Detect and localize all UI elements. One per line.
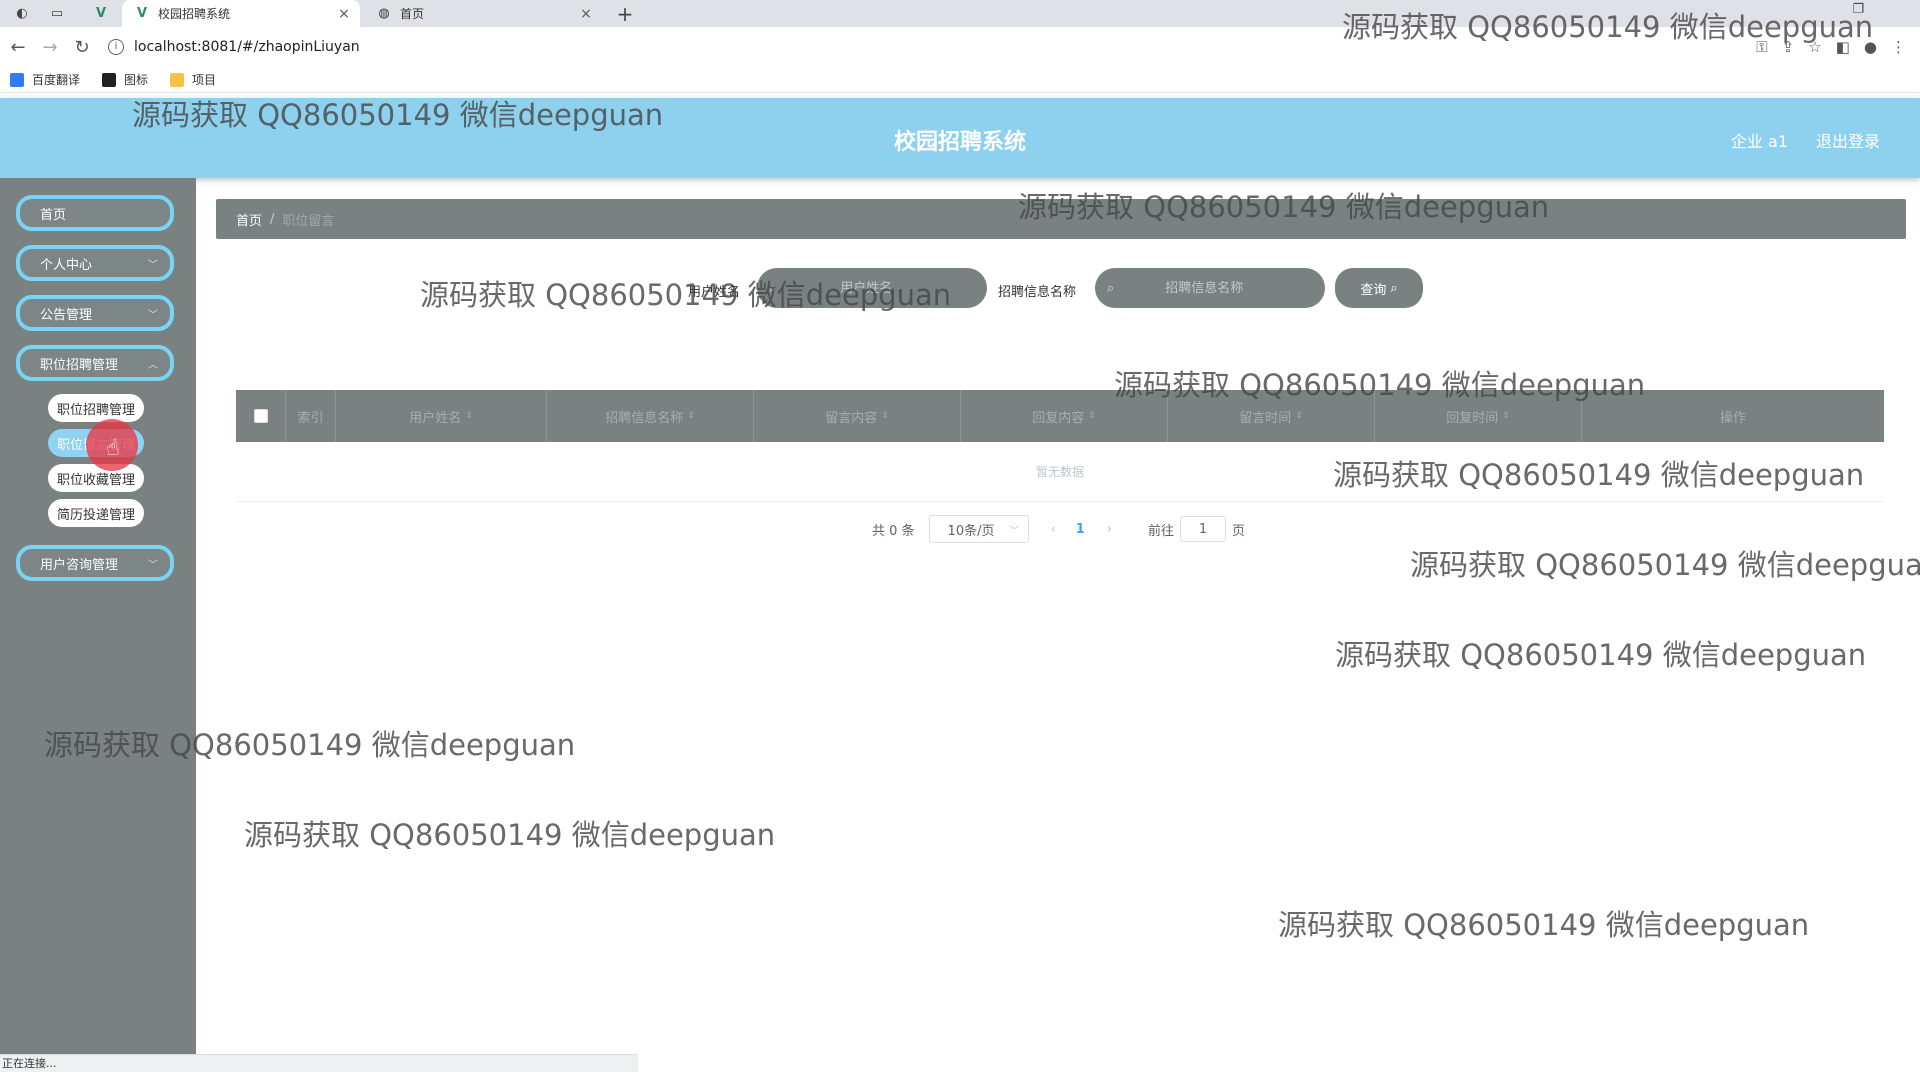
pagination: 共 0 条 10条/页 ﹀ ‹ 1 › 前往 1 页 [872,515,1246,543]
column-header: 操作 [1719,410,1746,426]
reload-icon[interactable]: ↻ [66,37,98,58]
bookmark-icon [102,72,117,87]
browser-tabstrip: ◐ ▭ V V 校园招聘系统 × ◍ 首页 × + ❐ [0,0,1920,27]
window-restore-icon[interactable]: ❐ [1852,2,1864,17]
breadcrumb: 首页 / 职位留言 [216,199,1906,239]
app-title: 校园招聘系统 [893,130,1026,155]
bookmarks-bar: 百度翻译 图标 项目 [0,67,1920,93]
column-header: 索引 [286,390,336,442]
goto-label: 前往 [1148,523,1175,539]
browser-tab-icon[interactable]: ▭ [48,4,66,22]
watermark: 源码获取 QQ86050149 微信deepguan [1278,908,1810,942]
browser-tab-icon[interactable]: ◐ [13,4,31,22]
close-icon[interactable]: × [576,6,596,22]
page-suffix: 页 [1232,523,1246,539]
search-icon: ⌕ [769,280,777,296]
page-number[interactable]: 1 [1076,522,1085,537]
data-table: 索引 用户姓名 ⇕ 招聘信息名称 ⇕ 留言内容 ⇕ 回复内容 ⇕ 留言时间 ⇕ 回复时间 ⇕… [236,390,1884,502]
breadcrumb-current: 职位留言 [282,213,335,229]
column-header[interactable]: 用户姓名 ⇕ [336,390,547,442]
tab-title: 首页 [400,7,425,21]
bookmark-item[interactable]: 图标 [102,71,148,88]
chevron-down-icon: ﹀ [148,309,158,321]
translate-icon [10,72,24,87]
watermark: 源码获取 QQ86050149 微信deepguan [244,818,776,852]
breadcrumb-home[interactable]: 首页 [236,210,262,229]
select-all-checkbox[interactable] [236,390,286,442]
jobname-search-label: 招聘信息名称 [998,285,1077,300]
sort-icon[interactable]: ⇕ [881,411,889,421]
tab-active[interactable]: V 校园招聘系统 × [122,0,360,27]
sort-icon[interactable]: ⇕ [1088,411,1096,421]
query-button[interactable]: 查询 ⌕ [1335,268,1423,308]
submenu-job-recruit[interactable]: 职位招聘管理 [48,394,144,422]
sort-icon[interactable]: ⇕ [687,411,695,421]
jobname-search-input[interactable] [1114,280,1295,296]
profile-icon[interactable]: ● [1864,38,1877,56]
chevron-down-icon: ﹀ [1009,525,1020,537]
username-search-field[interactable]: ⌕ [757,268,987,308]
tab-title: 校园招聘系统 [158,7,231,21]
submenu-resume[interactable]: 简历投递管理 [48,499,144,527]
current-user: 企业 a1 [1730,132,1788,151]
folder-icon [170,72,185,87]
submenu-job-favorite[interactable]: 职位收藏管理 [48,464,144,492]
username-search-input[interactable] [776,280,957,296]
sidebar-item-consult[interactable]: 用户咨询管理 ﹀ [16,545,174,581]
menu-icon[interactable]: ⋮ [1891,38,1906,56]
checkbox-icon[interactable] [253,409,268,423]
browser-status: 正在连接... [0,1054,638,1072]
tab-home[interactable]: ◍ 首页 × [364,0,602,27]
share-icon[interactable]: ⇪ [1782,38,1795,56]
empty-state: 暂无数据 [236,442,1884,502]
column-header[interactable]: 留言内容 ⇕ [754,390,961,442]
search-icon: ⌕ [1107,280,1115,296]
sidebar-item-home[interactable]: 首页 [16,195,174,231]
breadcrumb-separator: / [270,211,275,227]
logout-link[interactable]: 退出登录 [1816,128,1880,152]
jobname-search-field[interactable]: ⌕ [1095,268,1325,308]
sidebar-item-personal[interactable]: 个人中心 ﹀ [16,245,174,281]
page-size-select[interactable]: 10条/页 ﹀ [928,515,1029,543]
sidepanel-icon[interactable]: ◧ [1836,38,1850,56]
bookmark-item[interactable]: 项目 [170,71,216,88]
next-page-button[interactable]: › [1107,522,1112,537]
sort-icon[interactable]: ⇕ [465,411,473,421]
watermark: 源码获取 QQ86050149 微信deepguan [1410,548,1920,582]
address-bar[interactable]: i localhost:8081/#/zhaopinLiuyan [108,32,1756,62]
browser-toolbar: ← → ↻ i localhost:8081/#/zhaopinLiuyan ⚿… [0,27,1920,67]
watermark: 源码获取 QQ86050149 微信deepguan [1335,638,1867,672]
globe-icon: ◍ [378,6,390,21]
vue-icon: V [136,6,148,21]
chevron-down-icon: ﹀ [148,259,158,271]
url-text: localhost:8081/#/zhaopinLiuyan [134,39,360,55]
key-icon[interactable]: ⚿ [1756,38,1767,56]
column-header[interactable]: 留言时间 ⇕ [1168,390,1375,442]
forward-icon[interactable]: → [34,37,66,58]
sort-icon[interactable]: ⇕ [1295,411,1303,421]
app-header: 校园招聘系统 企业 a1 退出登录 [0,98,1920,178]
back-icon[interactable]: ← [2,37,34,58]
chevron-up-icon: ︿ [148,359,158,371]
table-header: 索引 用户姓名 ⇕ 招聘信息名称 ⇕ 留言内容 ⇕ 回复内容 ⇕ 留言时间 ⇕ 回复时间 ⇕… [236,390,1884,442]
column-header[interactable]: 回复时间 ⇕ [1375,390,1582,442]
sidebar-item-notice[interactable]: 公告管理 ﹀ [16,295,174,331]
total-count: 共 0 条 [872,523,915,539]
vue-icon[interactable]: V [92,4,110,22]
sort-icon[interactable]: ⇕ [1502,411,1510,421]
close-icon[interactable]: × [334,6,354,22]
new-tab-button[interactable]: + [614,2,636,26]
username-search-label: 用户姓名 [688,285,741,300]
prev-page-button[interactable]: ‹ [1051,522,1056,537]
column-header[interactable]: 招聘信息名称 ⇕ [547,390,754,442]
bookmark-item[interactable]: 百度翻译 [10,71,80,88]
column-header[interactable]: 回复内容 ⇕ [961,390,1168,442]
sidebar-item-jobs[interactable]: 职位招聘管理 ︿ [16,345,174,381]
search-icon: ⌕ [1390,280,1398,296]
star-icon[interactable]: ☆ [1808,38,1821,56]
info-icon[interactable]: i [108,39,124,55]
goto-page-input[interactable]: 1 [1180,516,1227,542]
chevron-down-icon: ﹀ [148,559,158,571]
